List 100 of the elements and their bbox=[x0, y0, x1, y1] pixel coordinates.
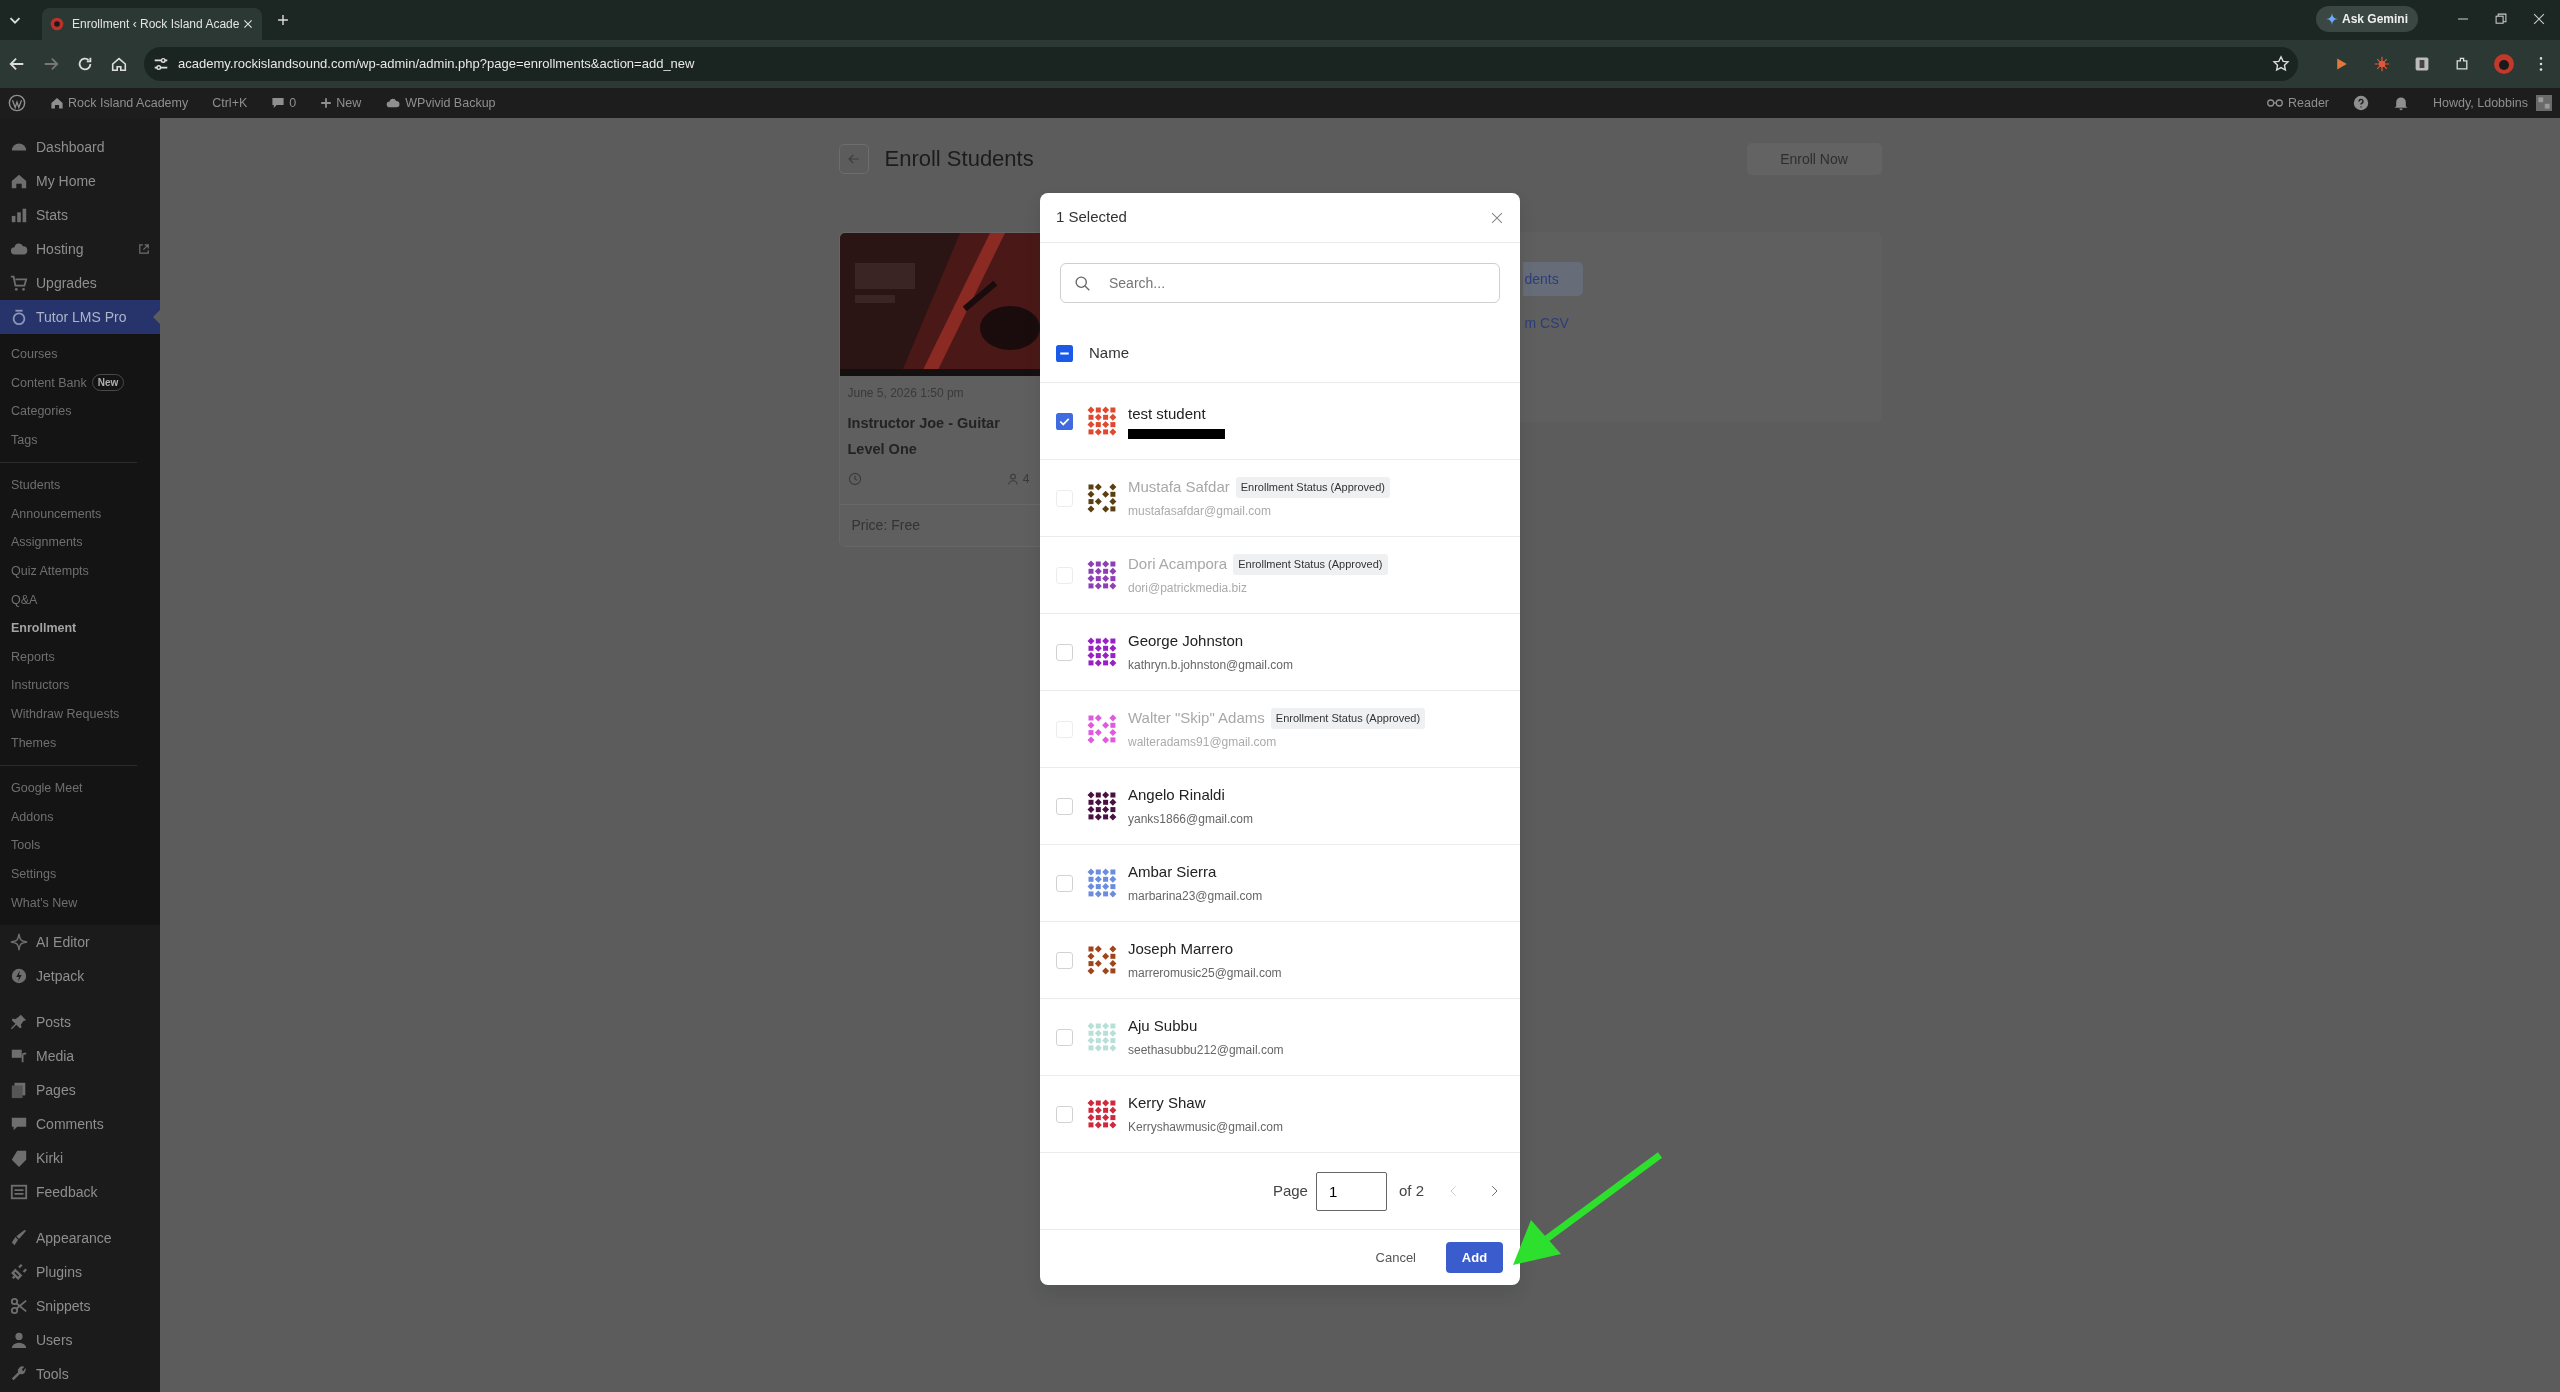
sidebar-item[interactable]: Pages bbox=[0, 1073, 160, 1108]
new-tab-icon[interactable] bbox=[276, 13, 290, 27]
submenu-item[interactable]: Assignments bbox=[0, 528, 160, 558]
submenu-item[interactable]: Tags bbox=[0, 425, 160, 455]
submenu-item[interactable]: Addons bbox=[0, 802, 160, 832]
close-icon[interactable] bbox=[242, 18, 254, 30]
sidebar-item[interactable]: Upgrades bbox=[0, 266, 160, 300]
column-header: Name bbox=[1089, 343, 1129, 364]
checkbox[interactable] bbox=[1056, 951, 1073, 969]
sidebar-item[interactable]: Feedback bbox=[0, 1175, 160, 1210]
close-icon[interactable] bbox=[2532, 12, 2546, 26]
sidebar-item[interactable]: Tutor LMS Pro bbox=[0, 300, 160, 334]
help-icon[interactable] bbox=[2353, 95, 2370, 111]
site-favicon-icon bbox=[50, 17, 64, 31]
home-icon bbox=[50, 96, 64, 110]
status-badge: Enrollment Status (Approved) bbox=[1235, 477, 1390, 498]
student-email: dori@patrickmedia.biz bbox=[1128, 579, 1248, 597]
student-row[interactable]: Joseph Marrero marreromusic25@gmail.com bbox=[1040, 922, 1520, 999]
forward-icon[interactable] bbox=[42, 55, 60, 73]
student-name: Aju Subbu bbox=[1128, 1016, 1198, 1037]
restore-icon[interactable] bbox=[2494, 12, 2508, 26]
sidebar-item[interactable]: Plugins bbox=[0, 1255, 160, 1290]
submenu-item[interactable]: Content Bank New bbox=[0, 368, 160, 398]
checkbox[interactable] bbox=[1056, 1105, 1073, 1123]
student-row[interactable]: Angelo Rinaldi yanks1866@gmail.com bbox=[1040, 768, 1520, 845]
submenu-item[interactable]: Quiz Attempts bbox=[0, 557, 160, 586]
student-row[interactable]: George Johnston kathryn.b.johnston@gmail.com bbox=[1040, 614, 1520, 691]
sidebar-item[interactable]: Kirki bbox=[0, 1141, 160, 1176]
site-settings-icon[interactable] bbox=[152, 55, 170, 73]
student-row[interactable]: Ambar Sierra marbarina23@gmail.com bbox=[1040, 845, 1520, 922]
sidebar-item[interactable]: AI Editor bbox=[0, 925, 160, 960]
sidebar-item[interactable]: Hosting bbox=[0, 232, 160, 266]
submenu-item[interactable]: Reports bbox=[0, 642, 160, 672]
site-name-link[interactable]: Rock Island Academy bbox=[68, 93, 189, 113]
sidebar-item[interactable]: Comments bbox=[0, 1107, 160, 1142]
user-icon bbox=[1006, 473, 1019, 485]
checkbox[interactable] bbox=[1056, 412, 1073, 430]
submenu-item[interactable]: Q&A bbox=[0, 585, 160, 615]
bell-icon[interactable] bbox=[2393, 95, 2410, 111]
extension-icon[interactable] bbox=[2414, 56, 2430, 72]
student-row[interactable]: Aju Subbu seethasubbu212@gmail.com bbox=[1040, 999, 1520, 1076]
gemini-button[interactable]: Ask Gemini bbox=[2315, 6, 2418, 32]
submenu-item[interactable]: What's New bbox=[0, 888, 160, 918]
checkbox[interactable] bbox=[1056, 1028, 1073, 1046]
sidebar-item[interactable]: Dashboard bbox=[0, 130, 160, 164]
submenu-item[interactable]: Settings bbox=[0, 860, 160, 889]
extensions-icon[interactable] bbox=[2454, 56, 2470, 72]
student-email: kathryn.b.johnston@gmail.com bbox=[1128, 656, 1293, 674]
student-name: Kerry Shaw bbox=[1128, 1093, 1206, 1114]
reader-link[interactable]: Reader bbox=[2288, 93, 2330, 113]
checkbox[interactable] bbox=[1056, 643, 1073, 661]
page-number-field[interactable]: 1 bbox=[1315, 1171, 1387, 1211]
student-row[interactable]: Kerry Shaw Kerryshawmusic@gmail.com bbox=[1040, 1076, 1520, 1153]
back-icon[interactable] bbox=[8, 55, 26, 73]
sidebar-item[interactable]: Users bbox=[0, 1323, 160, 1358]
student-name: Mustafa Safdar bbox=[1128, 477, 1230, 498]
glasses-icon bbox=[2266, 97, 2285, 109]
select-all-checkbox[interactable] bbox=[1056, 345, 1073, 362]
pushpin-icon bbox=[10, 1013, 28, 1032]
submenu-item[interactable]: Announcements bbox=[0, 499, 160, 529]
cart-icon bbox=[10, 274, 28, 292]
menu-icon[interactable] bbox=[2538, 56, 2544, 72]
sidebar-item[interactable]: Media bbox=[0, 1039, 160, 1074]
cancel-button[interactable]: Cancel bbox=[1369, 1246, 1422, 1269]
student-email: Kerryshawmusic@gmail.com bbox=[1128, 1118, 1283, 1136]
submenu-item[interactable]: Withdraw Requests bbox=[0, 700, 160, 729]
submenu-item[interactable]: Tools bbox=[0, 831, 160, 861]
checkbox[interactable] bbox=[1056, 874, 1073, 892]
student-email: seethasubbu212@gmail.com bbox=[1128, 1041, 1284, 1059]
sidebar-item[interactable]: Stats bbox=[0, 198, 160, 232]
new-link[interactable]: New bbox=[336, 93, 362, 113]
submenu-item[interactable]: Enrollment bbox=[0, 614, 160, 643]
home-icon[interactable] bbox=[110, 55, 128, 73]
shortcut-hint[interactable]: Ctrl+K bbox=[212, 93, 248, 113]
sidebar-item[interactable]: Posts bbox=[0, 993, 160, 1040]
sidebar-item[interactable]: Appearance bbox=[0, 1209, 160, 1256]
search-icon bbox=[1074, 275, 1091, 292]
backup-link[interactable]: WPvivid Backup bbox=[405, 93, 496, 113]
search-field[interactable]: Search... bbox=[1060, 263, 1500, 303]
submenu-item[interactable]: Themes bbox=[0, 728, 160, 758]
comment-count[interactable]: 0 bbox=[289, 93, 297, 113]
sidebar-item[interactable]: My Home bbox=[0, 164, 160, 198]
reload-icon[interactable] bbox=[76, 55, 94, 73]
wordpress-logo-icon[interactable] bbox=[8, 94, 26, 112]
sidebar-item[interactable]: Snippets bbox=[0, 1289, 160, 1324]
extension-icon[interactable] bbox=[2374, 56, 2390, 72]
student-row[interactable]: test student bbox=[1040, 383, 1520, 460]
submenu-item[interactable]: Courses bbox=[0, 340, 160, 369]
star-icon[interactable] bbox=[2272, 55, 2290, 73]
sparkle-icon bbox=[2325, 13, 2338, 25]
profile-avatar-icon[interactable] bbox=[2494, 54, 2514, 74]
submenu-item[interactable]: Categories bbox=[0, 397, 160, 426]
browser-tab[interactable]: Enrollment ‹ Rock Island Acade bbox=[42, 8, 262, 40]
checkbox[interactable] bbox=[1056, 797, 1073, 815]
sidebar-item[interactable]: Jetpack bbox=[0, 959, 160, 994]
sidebar-item[interactable]: Tools bbox=[0, 1357, 160, 1392]
submenu-item[interactable]: Instructors bbox=[0, 671, 160, 701]
greeting-link[interactable]: Howdy, Ldobbins bbox=[2433, 93, 2528, 113]
add-button[interactable]: Add bbox=[1446, 1242, 1503, 1273]
student-name: test student bbox=[1128, 404, 1206, 425]
